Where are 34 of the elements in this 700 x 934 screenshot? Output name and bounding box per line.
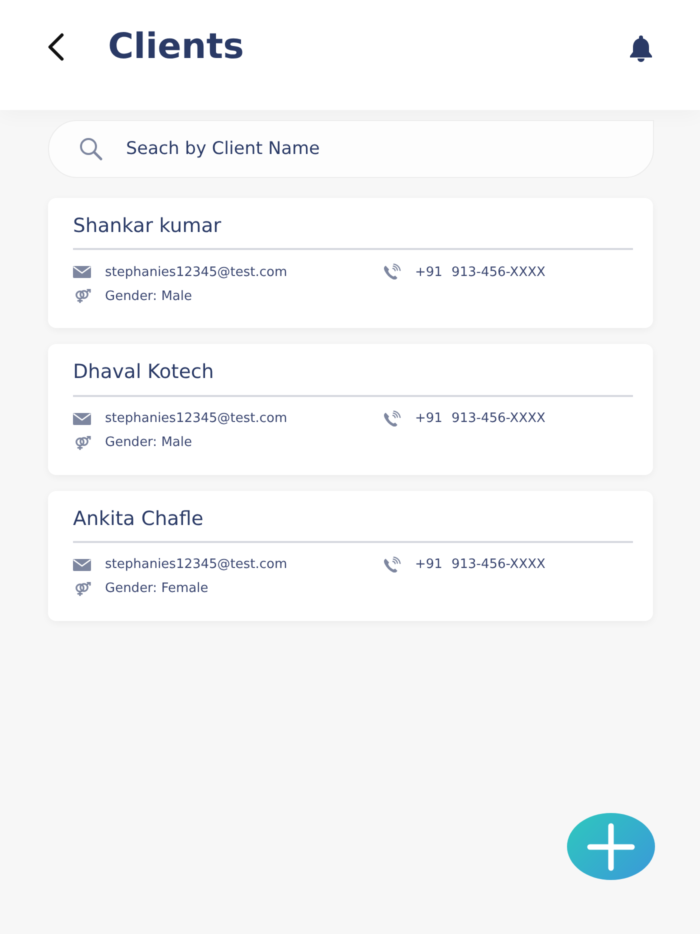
envelope-icon (73, 266, 91, 278)
client-email: stephanies12345@test.com (105, 556, 288, 574)
search-icon (79, 137, 103, 161)
client-name: Shankar kumar (73, 214, 222, 238)
plus-icon (587, 822, 635, 870)
client-gender: Gender: Female (105, 580, 208, 598)
bell-icon (628, 34, 654, 62)
search-field[interactable]: Seach by Client Name (48, 120, 654, 178)
client-gender: Gender: Male (105, 434, 192, 452)
client-email: stephanies12345@test.com (105, 410, 288, 428)
client-name: Ankita Chafle (73, 506, 204, 530)
back-chevron-icon (47, 33, 65, 61)
client-name: Dhaval Kotech (73, 360, 215, 384)
client-card[interactable]: Shankar kumar stephanies12345@test.com +91 913-456-XXXX Gender: Male (48, 198, 653, 328)
gender-icon (74, 289, 90, 304)
phone-icon (383, 263, 401, 282)
client-gender: Gender: Male (105, 288, 192, 306)
envelope-icon (73, 559, 91, 572)
client-card[interactable]: Dhaval Kotech stephanies12345@test.com +91 913-456-XXXX Gender: Male (48, 344, 653, 475)
gender-icon (74, 436, 90, 450)
gender-icon (74, 582, 90, 596)
page-title: Clients (108, 26, 244, 68)
phone-country-code: +91 (415, 410, 442, 428)
notifications-button[interactable] (628, 34, 654, 62)
client-card[interactable]: Ankita Chafle stephanies12345@test.com +91 913-456-XXXX Gender: Female (48, 490, 653, 622)
envelope-icon (73, 412, 91, 425)
phone-icon (383, 556, 401, 574)
client-phone: 913-456-XXXX (451, 410, 546, 428)
client-email: stephanies12345@test.com (105, 264, 288, 282)
client-phone: 913-456-XXXX (451, 264, 546, 282)
phone-country-code: +91 (415, 556, 442, 574)
phone-icon (383, 410, 401, 428)
client-phone: 913-456-XXXX (451, 556, 546, 574)
phone-country-code: +91 (415, 264, 442, 282)
